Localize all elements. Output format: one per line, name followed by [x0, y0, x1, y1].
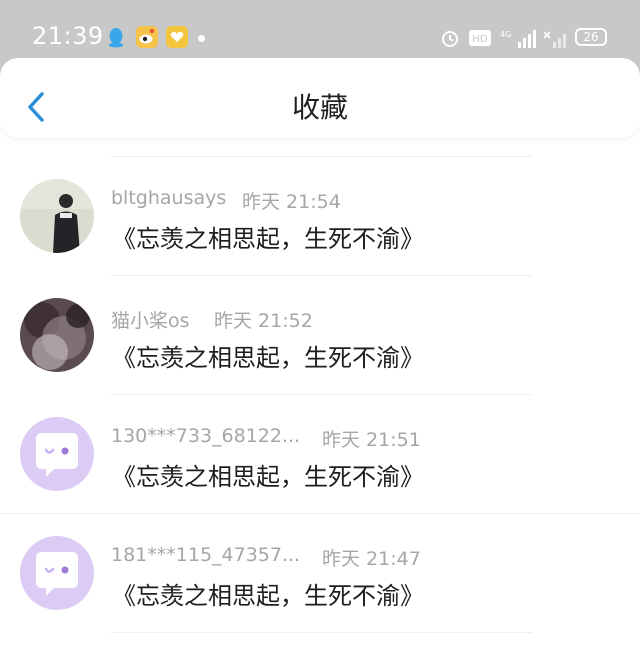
- user-name: bltghausays: [111, 187, 227, 209]
- notification-dot: [198, 35, 205, 42]
- user-name: 猫小桨os: [111, 310, 190, 332]
- status-time: 21:39: [32, 22, 104, 50]
- battery-indicator: 26: [575, 28, 607, 46]
- list-item[interactable]: 猫小桨os 昨天 21:52 《忘羡之相思起，生死不渝》: [0, 276, 640, 394]
- favorite-message: 《忘羡之相思起，生死不渝》: [112, 463, 424, 491]
- favorite-message: 《忘羡之相思起，生死不渝》: [112, 582, 424, 610]
- user-name: 130***733_68122...: [111, 425, 301, 447]
- default-avatar-icon[interactable]: [20, 417, 94, 491]
- timestamp: 昨天 21:52: [214, 310, 313, 332]
- divider: [110, 632, 532, 633]
- svg-text:HD: HD: [472, 34, 488, 45]
- page-title: 收藏: [291, 91, 348, 124]
- hd-icon: HD: [469, 30, 491, 46]
- timestamp: 昨天 21:47: [322, 548, 421, 570]
- signal-4g-icon: 4G: [500, 30, 536, 48]
- favorite-message: 《忘羡之相思起，生死不渝》: [112, 344, 424, 372]
- signal-weak-icon: [544, 31, 566, 48]
- svg-text:4G: 4G: [500, 30, 511, 39]
- timestamp: 昨天 21:51: [322, 429, 421, 451]
- timestamp: 昨天 21:54: [242, 191, 341, 213]
- weibo-icon: [136, 26, 158, 48]
- app-heart-icon: [166, 26, 188, 48]
- favorites-list: bltghausays 昨天 21:54 《忘羡之相思起，生死不渝》 猫小桨os…: [0, 156, 640, 633]
- user-avatar-photo[interactable]: [20, 179, 94, 253]
- list-item[interactable]: 130***733_68122... 昨天 21:51 《忘羡之相思起，生死不渝…: [0, 395, 640, 513]
- user-avatar-photo[interactable]: [20, 298, 94, 372]
- user-name: 181***115_47357...: [111, 544, 301, 566]
- qq-icon: [109, 28, 123, 48]
- list-item[interactable]: bltghausays 昨天 21:54 《忘羡之相思起，生死不渝》: [0, 157, 640, 275]
- list-item[interactable]: 181***115_47357... 昨天 21:47 《忘羡之相思起，生死不渝…: [0, 514, 640, 632]
- favorite-message: 《忘羡之相思起，生死不渝》: [112, 225, 424, 253]
- default-avatar-icon[interactable]: [20, 536, 94, 610]
- alarm-icon: [442, 31, 458, 47]
